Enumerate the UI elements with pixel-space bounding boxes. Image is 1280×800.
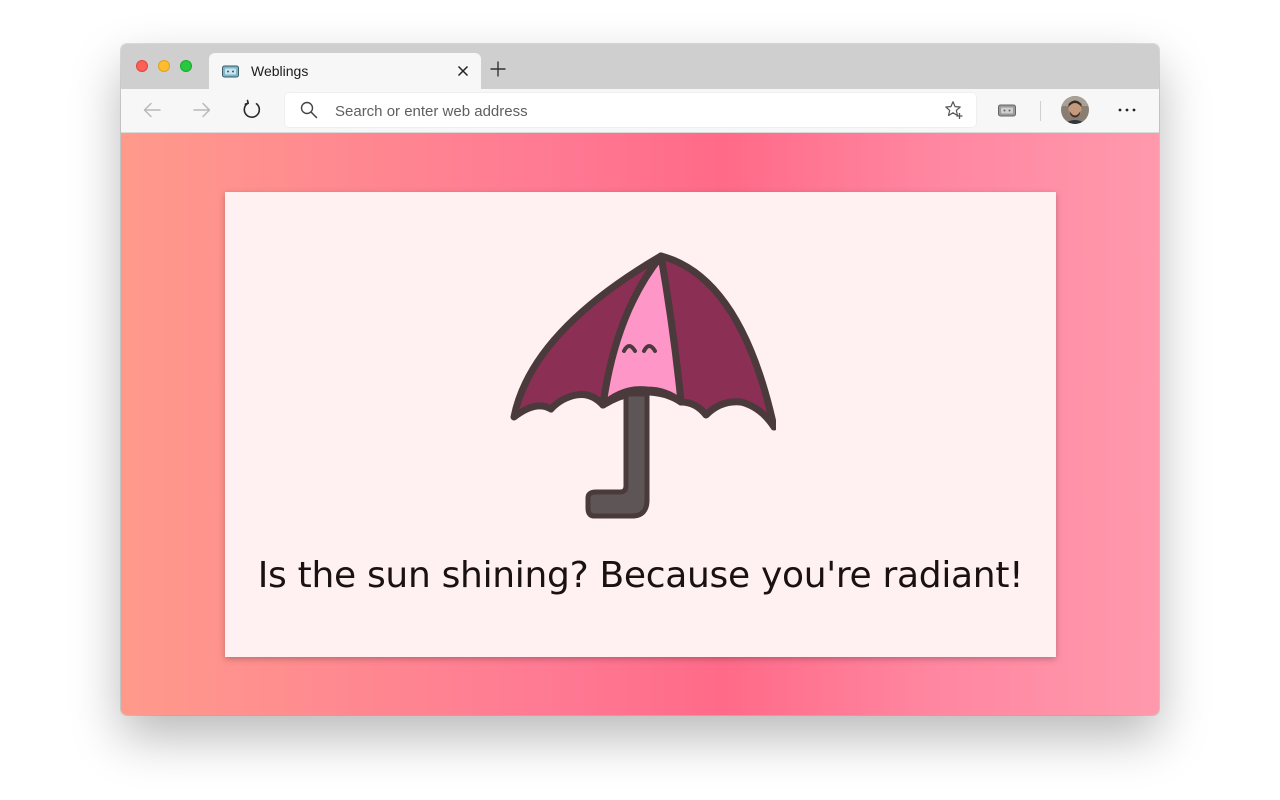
- window-close-button[interactable]: [136, 60, 148, 72]
- toolbar: [121, 89, 1159, 133]
- more-horizontal-icon[interactable]: [1116, 99, 1138, 121]
- tab-weblings[interactable]: Weblings: [209, 53, 481, 89]
- avatar[interactable]: [1061, 96, 1089, 124]
- browser-window: Weblings Search or enter web address Is …: [121, 44, 1159, 715]
- window-maximize-button[interactable]: [180, 60, 192, 72]
- compliment-message: Is the sun shining? Because you're radia…: [257, 555, 1024, 596]
- refresh-icon[interactable]: [241, 99, 263, 121]
- arrow-right-icon[interactable]: [191, 99, 213, 121]
- new-tab-plus-icon[interactable]: [489, 60, 507, 78]
- tab-title: Weblings: [251, 63, 309, 79]
- profile-photo-icon: [1061, 96, 1089, 124]
- collections-icon[interactable]: [997, 101, 1017, 119]
- window-minimize-button[interactable]: [158, 60, 170, 72]
- address-bar[interactable]: [285, 93, 976, 127]
- close-icon[interactable]: [455, 63, 471, 79]
- star-add-icon[interactable]: [944, 100, 964, 120]
- umbrella-icon: [510, 252, 776, 519]
- address-input[interactable]: [333, 99, 897, 123]
- compliment-card: Is the sun shining? Because you're radia…: [225, 192, 1056, 657]
- umbrella-favicon-icon: [222, 65, 239, 78]
- page-content: Is the sun shining? Because you're radia…: [121, 133, 1159, 715]
- search-icon: [300, 101, 318, 119]
- arrow-left-icon[interactable]: [141, 99, 163, 121]
- toolbar-divider: [1040, 101, 1041, 121]
- tab-bar: Weblings: [121, 44, 1159, 89]
